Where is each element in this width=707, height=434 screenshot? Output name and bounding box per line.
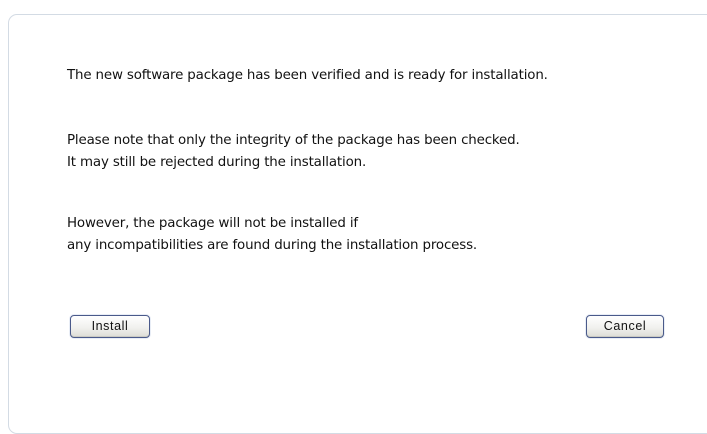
message-line: any incompatibilities are found during t… <box>67 238 478 253</box>
install-button[interactable]: Install <box>70 315 150 338</box>
message-incompatibility-warning: However, the package will not be install… <box>67 213 477 257</box>
cancel-button[interactable]: Cancel <box>586 315 664 338</box>
message-line: Please note that only the integrity of t… <box>67 133 520 148</box>
message-verified: The new software package has been verifi… <box>67 65 548 87</box>
message-line: However, the package will not be install… <box>67 216 358 231</box>
message-line: The new software package has been verifi… <box>67 68 548 83</box>
message-line: It may still be rejected during the inst… <box>67 155 367 170</box>
message-integrity-note: Please note that only the integrity of t… <box>67 130 520 174</box>
